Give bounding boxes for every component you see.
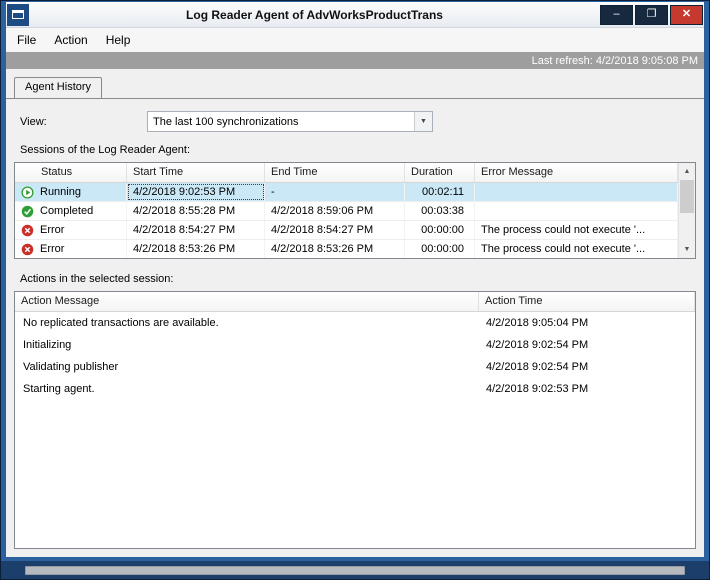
actions-grid: Action Message Action Time No replicated… [14,291,696,549]
tab-agent-history[interactable]: Agent History [14,77,103,98]
menu-action[interactable]: Action [45,29,96,51]
session-duration-cell: 00:03:38 [405,202,475,220]
column-header-error-message[interactable]: Error Message [475,163,678,182]
horizontal-scrollbar-thumb[interactable] [25,565,685,575]
sessions-header: Status Start Time End Time Duration Erro… [15,163,678,183]
column-header-end-time[interactable]: End Time [265,163,405,182]
view-label: View: [20,115,47,128]
session-status-text: Error [40,243,65,255]
actions-caption: Actions in the selected session: [20,273,174,285]
refresh-bar: Last refresh: 4/2/2018 9:05:08 PM [6,52,704,69]
session-error-cell [475,183,678,201]
scrollbar-track[interactable] [679,180,695,241]
action-row[interactable]: Initializing 4/2/2018 9:02:54 PM [15,334,695,356]
session-start-cell: 4/2/2018 8:55:28 PM [127,202,265,220]
session-end-cell: 4/2/2018 8:59:06 PM [265,202,405,220]
session-duration-cell: 00:00:00 [405,221,475,239]
session-error-cell: The process could not execute '... [475,221,678,239]
close-icon: ✕ [681,8,692,20]
session-end-cell: - [265,183,405,201]
chevron-down-icon: ▼ [420,118,427,125]
sessions-grid: Status Start Time End Time Duration Erro… [14,162,696,259]
maximize-button[interactable]: ❐ [635,4,668,25]
column-header-duration[interactable]: Duration [405,163,475,182]
column-header-action-message[interactable]: Action Message [15,292,479,311]
dropdown-button[interactable]: ▼ [414,112,432,131]
scroll-up-icon: ▲ [683,168,691,175]
action-row[interactable]: Starting agent. 4/2/2018 9:02:53 PM [15,378,695,400]
view-dropdown-value: The last 100 synchronizations [153,115,299,128]
menu-help[interactable]: Help [97,29,140,51]
session-status-text: Completed [40,205,94,217]
action-row[interactable]: Validating publisher 4/2/2018 9:02:54 PM [15,356,695,378]
action-time-cell: 4/2/2018 9:02:54 PM [486,361,589,373]
session-status-cell: Error [15,221,127,239]
tab-strip: Agent History [6,77,704,98]
bottom-window-edge [1,557,709,579]
view-row: View: The last 100 synchronizations ▼ [20,111,696,132]
column-header-start-time[interactable]: Start Time [127,163,265,182]
tab-area: Agent History [6,69,704,98]
agent-history-panel: View: The last 100 synchronizations ▼ Se… [6,98,704,557]
session-row[interactable]: Running 4/2/2018 9:02:53 PM - 00:02:11 [15,183,678,202]
scrollbar-down-button[interactable]: ▼ [679,241,695,258]
session-start-cell: 4/2/2018 9:02:53 PM [127,183,265,201]
session-end-cell: 4/2/2018 8:53:26 PM [265,240,405,258]
action-row[interactable]: No replicated transactions are available… [15,312,695,334]
session-row[interactable]: Completed 4/2/2018 8:55:28 PM 4/2/2018 8… [15,202,678,221]
session-duration-cell: 00:00:00 [405,240,475,258]
session-start-cell: 4/2/2018 8:53:26 PM [127,240,265,258]
minimize-button[interactable]: – [600,4,633,25]
actions-header: Action Message Action Time [15,292,695,312]
vertical-scrollbar[interactable]: ▲ ▼ [678,163,695,258]
action-message-cell: Starting agent. [23,383,95,395]
titlebar[interactable]: Log Reader Agent of AdvWorksProductTrans… [6,2,704,28]
window-glyph-icon [12,10,24,19]
scrollbar-thumb[interactable] [680,180,694,213]
sessions-grid-main: Status Start Time End Time Duration Erro… [15,163,678,258]
menu-file[interactable]: File [8,29,45,51]
window: Log Reader Agent of AdvWorksProductTrans… [0,0,710,580]
session-error-cell [475,202,678,220]
error-icon [21,224,34,237]
scroll-down-icon: ▼ [683,246,691,253]
action-message-cell: No replicated transactions are available… [23,317,219,329]
last-refresh-text: Last refresh: 4/2/2018 9:05:08 PM [531,54,698,67]
sessions-caption: Sessions of the Log Reader Agent: [20,144,191,156]
column-header-action-time[interactable]: Action Time [479,292,695,311]
window-controls: – ❐ ✕ [600,4,703,25]
actions-grid-main: Action Message Action Time No replicated… [15,292,695,548]
session-start-cell: 4/2/2018 8:54:27 PM [127,221,265,239]
minimize-icon: – [613,8,620,20]
completed-icon [21,205,34,218]
app-icon[interactable] [7,3,29,26]
session-status-cell: Error [15,240,127,258]
session-status-cell: Completed [15,202,127,220]
window-title: Log Reader Agent of AdvWorksProductTrans [186,7,443,22]
session-status-text: Error [40,224,65,236]
action-time-cell: 4/2/2018 9:02:54 PM [486,339,589,351]
scrollbar-up-button[interactable]: ▲ [679,163,695,180]
action-time-cell: 4/2/2018 9:02:53 PM [486,383,589,395]
action-message-cell: Validating publisher [23,361,119,373]
session-duration-cell: 00:02:11 [405,183,475,201]
error-icon [21,243,34,256]
column-header-status[interactable]: Status [15,163,127,182]
action-time-cell: 4/2/2018 9:05:04 PM [486,317,589,329]
running-icon [21,185,34,199]
view-dropdown[interactable]: The last 100 synchronizations ▼ [147,111,433,132]
session-row[interactable]: Error 4/2/2018 8:54:27 PM 4/2/2018 8:54:… [15,221,678,240]
menubar: File Action Help [6,28,704,52]
maximize-icon: ❐ [646,8,657,20]
session-end-cell: 4/2/2018 8:54:27 PM [265,221,405,239]
session-error-cell: The process could not execute '... [475,240,678,258]
close-button[interactable]: ✕ [670,4,703,25]
session-row[interactable]: Error 4/2/2018 8:53:26 PM 4/2/2018 8:53:… [15,240,678,258]
session-status-text: Running [40,186,81,198]
action-message-cell: Initializing [23,339,72,351]
session-status-cell: Running [15,183,127,201]
